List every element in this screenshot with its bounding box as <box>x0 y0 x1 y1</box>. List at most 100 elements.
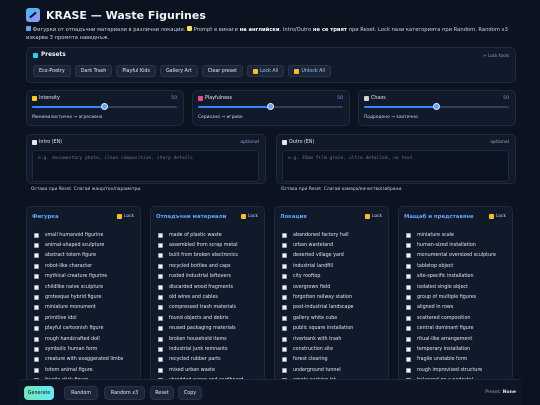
option-checkbox[interactable] <box>406 263 411 269</box>
option-checkbox[interactable] <box>406 232 411 238</box>
option-item[interactable]: tabletop object <box>406 261 511 271</box>
reset-button[interactable]: Reset <box>150 386 174 400</box>
column-lock-toggle[interactable]: Lock <box>240 214 258 219</box>
option-item[interactable]: mythical creature figurine <box>34 272 139 282</box>
option-checkbox[interactable] <box>406 305 411 311</box>
option-checkbox[interactable] <box>34 326 39 332</box>
option-checkbox[interactable] <box>158 295 163 301</box>
option-checkbox[interactable] <box>282 315 287 321</box>
option-checkbox[interactable] <box>34 357 39 363</box>
option-checkbox[interactable] <box>406 243 411 249</box>
option-checkbox[interactable] <box>158 305 163 311</box>
option-item[interactable]: reused packaging materials <box>158 324 263 334</box>
option-checkbox[interactable] <box>34 295 39 301</box>
option-item[interactable]: human-sized installation <box>406 240 511 250</box>
option-item[interactable]: ritual-like arrangement <box>406 334 511 344</box>
option-checkbox[interactable] <box>406 274 411 280</box>
option-checkbox[interactable] <box>406 315 411 321</box>
preset-gallery-art-button[interactable]: Gallery Art <box>159 65 198 77</box>
option-item[interactable]: city rooftop <box>282 272 387 282</box>
option-checkbox[interactable] <box>282 357 287 363</box>
option-checkbox[interactable] <box>158 326 163 332</box>
option-item[interactable]: mixed urban waste <box>158 365 263 375</box>
column-lock-toggle[interactable]: Lock <box>364 214 382 219</box>
option-item[interactable]: deserted village yard <box>282 251 387 261</box>
option-checkbox[interactable] <box>282 253 287 259</box>
option-item[interactable]: grotesque hybrid figure <box>34 292 139 302</box>
option-item[interactable]: childlike naive sculpture <box>34 282 139 292</box>
option-checkbox[interactable] <box>34 232 39 238</box>
option-item[interactable]: compressed trash materials <box>158 303 263 313</box>
option-checkbox[interactable] <box>34 243 39 249</box>
option-item[interactable]: miniature monument <box>34 303 139 313</box>
option-checkbox[interactable] <box>282 263 287 269</box>
copy-button[interactable]: Copy <box>178 386 202 400</box>
option-checkbox[interactable] <box>158 357 163 363</box>
option-item[interactable]: playful cartoonish figure <box>34 324 139 334</box>
option-checkbox[interactable] <box>34 253 39 259</box>
option-item[interactable]: forgotten railway station <box>282 292 387 302</box>
option-item[interactable]: urban wasteland <box>282 240 387 250</box>
option-item[interactable]: recycled rubber parts <box>158 355 263 365</box>
option-checkbox[interactable] <box>282 274 287 280</box>
unlock-all-button[interactable]: Unlock All <box>288 65 332 77</box>
option-item[interactable]: isolated single object <box>406 282 511 292</box>
option-item[interactable]: industrial junk remnants <box>158 344 263 354</box>
option-item[interactable]: group of multiple figures <box>406 292 511 302</box>
preset-dark-trash-button[interactable]: Dark Trash <box>74 65 113 77</box>
option-item[interactable]: overgrown field <box>282 282 387 292</box>
option-item[interactable]: found objects and debris <box>158 313 263 323</box>
option-item[interactable]: animal-shaped sculpture <box>34 240 139 250</box>
option-item[interactable]: miniature scale <box>406 230 511 240</box>
option-item[interactable]: industrial landfill <box>282 261 387 271</box>
column-lock-toggle[interactable]: Lock <box>116 214 134 219</box>
option-checkbox[interactable] <box>282 336 287 342</box>
generate-button[interactable]: Generate <box>24 386 54 400</box>
option-checkbox[interactable] <box>282 295 287 301</box>
option-item[interactable]: aligned in rows <box>406 303 511 313</box>
chaos-thumb[interactable] <box>433 103 440 110</box>
playfulness-thumb[interactable] <box>267 103 274 110</box>
option-item[interactable]: site-specific installation <box>406 272 511 282</box>
option-checkbox[interactable] <box>158 263 163 269</box>
option-checkbox[interactable] <box>282 232 287 238</box>
playfulness-slider[interactable] <box>198 103 343 110</box>
preset-playful-kids-button[interactable]: Playful Kids <box>116 65 156 77</box>
option-item[interactable]: post-industrial landscape <box>282 303 387 313</box>
intensity-slider[interactable] <box>32 103 177 110</box>
option-item[interactable]: symbolic human form <box>34 344 139 354</box>
option-checkbox[interactable] <box>34 274 39 280</box>
option-checkbox[interactable] <box>282 367 287 373</box>
option-item[interactable]: abstract totem figure <box>34 251 139 261</box>
option-checkbox[interactable] <box>282 346 287 352</box>
option-item[interactable]: underground tunnel <box>282 365 387 375</box>
option-checkbox[interactable] <box>406 284 411 290</box>
option-item[interactable]: assembled from scrap metal <box>158 240 263 250</box>
option-item[interactable]: riverbank with trash <box>282 334 387 344</box>
option-item[interactable]: primitive idol <box>34 313 139 323</box>
option-checkbox[interactable] <box>158 284 163 290</box>
option-checkbox[interactable] <box>34 305 39 311</box>
chaos-slider[interactable] <box>364 103 509 110</box>
option-checkbox[interactable] <box>158 315 163 321</box>
lock-tools-toggle[interactable]: + Lock tools <box>483 53 509 58</box>
random-x3-button[interactable]: Random x3 <box>104 386 145 400</box>
option-checkbox[interactable] <box>158 232 163 238</box>
option-checkbox[interactable] <box>158 243 163 249</box>
option-item[interactable]: rusted industrial leftovers <box>158 272 263 282</box>
option-item[interactable]: forest clearing <box>282 355 387 365</box>
option-item[interactable]: scattered composition <box>406 313 511 323</box>
option-checkbox[interactable] <box>34 284 39 290</box>
option-item[interactable]: small humanoid figurine <box>34 230 139 240</box>
option-checkbox[interactable] <box>34 263 39 269</box>
option-checkbox[interactable] <box>406 336 411 342</box>
column-lock-toggle[interactable]: Lock <box>488 214 506 219</box>
option-checkbox[interactable] <box>158 367 163 373</box>
option-item[interactable]: old wires and cables <box>158 292 263 302</box>
option-item[interactable]: temporary installation <box>406 344 511 354</box>
option-item[interactable]: robot-like character <box>34 261 139 271</box>
clear-preset-button[interactable]: Clear preset <box>201 65 243 77</box>
lock-all-button[interactable]: Lock All <box>246 65 285 77</box>
option-item[interactable]: fragile unstable form <box>406 355 511 365</box>
option-checkbox[interactable] <box>158 274 163 280</box>
